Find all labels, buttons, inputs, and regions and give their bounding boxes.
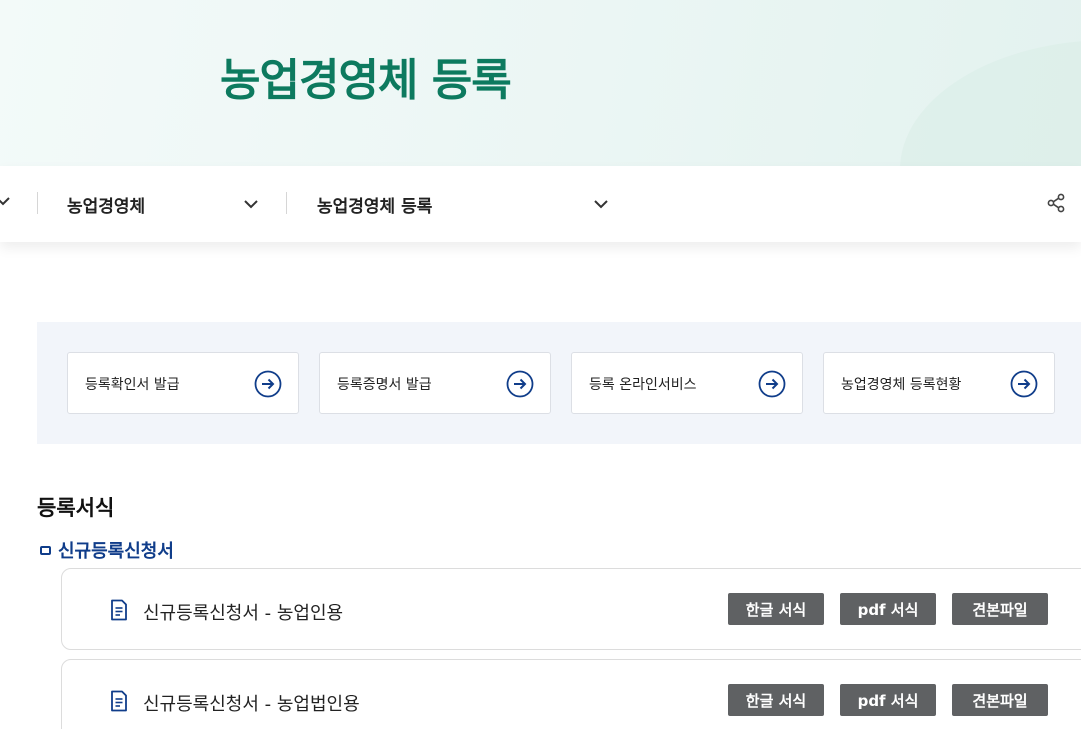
page-title: 농업경영체 등록	[220, 55, 512, 106]
document-icon	[111, 690, 127, 712]
pdf-form-button[interactable]: pdf 서식	[840, 684, 936, 716]
quick-link-card[interactable]: 등록 온라인서비스	[571, 352, 803, 414]
form-row: 신규등록신청서 - 농업인용 한글 서식 pdf 서식 견본파일	[61, 568, 1081, 650]
quick-link-label: 등록확인서 발급	[85, 377, 180, 393]
square-bullet-icon	[40, 545, 51, 555]
form-row: 신규등록신청서 - 농업법인용 한글 서식 pdf 서식 견본파일	[61, 659, 1081, 729]
hwp-form-button[interactable]: 한글 서식	[728, 593, 824, 625]
chevron-down-icon	[594, 200, 608, 209]
form-name: 신규등록신청서 - 농업인용	[143, 603, 344, 624]
page-hero: 농업경영체 등록	[0, 0, 1081, 166]
chevron-down-icon[interactable]	[0, 194, 10, 208]
nav-dropdown-label: 농업경영체 등록	[317, 196, 433, 217]
nav-dropdown-category[interactable]: 농업경영체	[67, 191, 263, 217]
arrow-right-circle-icon	[758, 370, 786, 398]
form-group-label: 신규등록신청서	[58, 541, 174, 562]
location-navbar: 농업경영체 농업경영체 등록	[0, 166, 1081, 242]
pdf-form-button[interactable]: pdf 서식	[840, 593, 936, 625]
arrow-right-circle-icon	[1010, 370, 1038, 398]
nav-divider	[286, 192, 287, 214]
share-icon[interactable]	[1046, 193, 1066, 213]
document-icon	[111, 599, 127, 621]
quick-link-label: 농업경영체 등록현황	[841, 377, 962, 393]
arrow-right-circle-icon	[506, 370, 534, 398]
nav-dropdown-page[interactable]: 농업경영체 등록	[317, 191, 613, 217]
nav-dropdown-label: 농업경영체	[67, 196, 146, 217]
hwp-form-button[interactable]: 한글 서식	[728, 684, 824, 716]
sample-file-button[interactable]: 견본파일	[952, 593, 1048, 625]
arrow-right-circle-icon	[254, 370, 282, 398]
form-name: 신규등록신청서 - 농업법인용	[143, 694, 360, 715]
chevron-down-icon	[244, 200, 258, 209]
quick-link-label: 등록증명서 발급	[337, 377, 432, 393]
section-title: 등록서식	[37, 496, 115, 520]
quick-link-label: 등록 온라인서비스	[589, 377, 697, 393]
quick-link-card[interactable]: 등록증명서 발급	[319, 352, 551, 414]
quick-link-card[interactable]: 농업경영체 등록현황	[823, 352, 1055, 414]
sample-file-button[interactable]: 견본파일	[952, 684, 1048, 716]
quick-link-card[interactable]: 등록확인서 발급	[67, 352, 299, 414]
nav-divider	[37, 192, 38, 214]
hero-decoration	[900, 40, 1081, 166]
quick-links-panel: 등록확인서 발급 등록증명서 발급 등록 온라인서비스 농업경영체 등록현황	[37, 322, 1081, 444]
form-group-title: 신규등록신청서	[40, 537, 174, 563]
